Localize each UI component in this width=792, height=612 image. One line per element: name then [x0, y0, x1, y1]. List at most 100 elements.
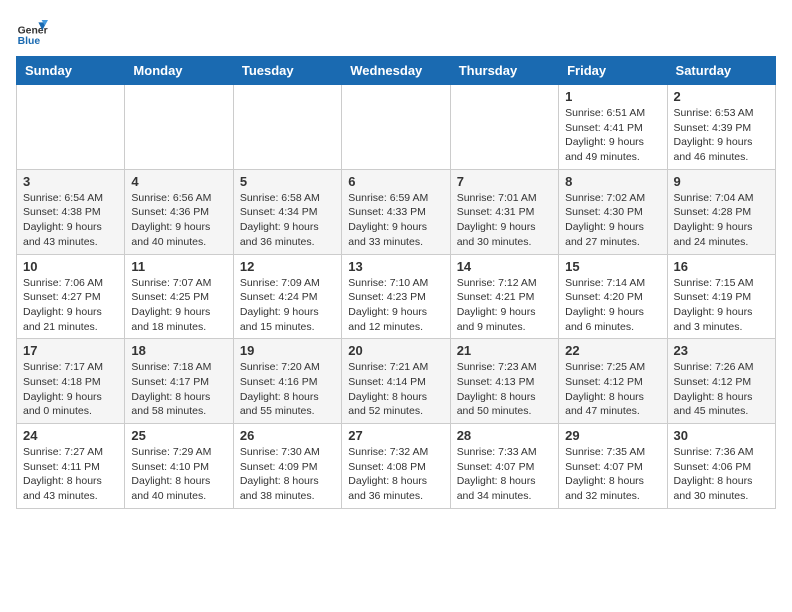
day-info: Sunrise: 7:20 AM Sunset: 4:16 PM Dayligh…: [240, 360, 335, 419]
calendar-cell: 17 Sunrise: 7:17 AM Sunset: 4:18 PM Dayli…: [17, 339, 125, 424]
calendar-cell: 28 Sunrise: 7:33 AM Sunset: 4:07 PM Dayli…: [450, 424, 558, 509]
day-number: 11: [131, 259, 226, 274]
day-number: 7: [457, 174, 552, 189]
day-number: 5: [240, 174, 335, 189]
day-info: Sunrise: 7:17 AM Sunset: 4:18 PM Dayligh…: [23, 360, 118, 419]
day-info: Sunrise: 7:27 AM Sunset: 4:11 PM Dayligh…: [23, 445, 118, 504]
page-header: General Blue: [16, 16, 776, 48]
day-number: 15: [565, 259, 660, 274]
calendar-cell: [342, 85, 450, 170]
day-number: 13: [348, 259, 443, 274]
day-number: 25: [131, 428, 226, 443]
day-info: Sunrise: 6:51 AM Sunset: 4:41 PM Dayligh…: [565, 106, 660, 165]
day-info: Sunrise: 7:21 AM Sunset: 4:14 PM Dayligh…: [348, 360, 443, 419]
day-number: 8: [565, 174, 660, 189]
day-number: 9: [674, 174, 769, 189]
day-info: Sunrise: 6:54 AM Sunset: 4:38 PM Dayligh…: [23, 191, 118, 250]
day-info: Sunrise: 7:01 AM Sunset: 4:31 PM Dayligh…: [457, 191, 552, 250]
calendar-cell: 27 Sunrise: 7:32 AM Sunset: 4:08 PM Dayli…: [342, 424, 450, 509]
day-number: 6: [348, 174, 443, 189]
header-sunday: Sunday: [17, 57, 125, 85]
logo: General Blue: [16, 16, 48, 48]
day-number: 2: [674, 89, 769, 104]
day-number: 14: [457, 259, 552, 274]
calendar-cell: 6Sunrise: 6:59 AM Sunset: 4:33 PM Daylig…: [342, 169, 450, 254]
day-number: 28: [457, 428, 552, 443]
day-info: Sunrise: 6:56 AM Sunset: 4:36 PM Dayligh…: [131, 191, 226, 250]
calendar-cell: 22Sunrise: 7:25 AM Sunset: 4:12 PM Dayli…: [559, 339, 667, 424]
calendar-cell: 11 Sunrise: 7:07 AM Sunset: 4:25 PM Dayli…: [125, 254, 233, 339]
calendar-cell: 20Sunrise: 7:21 AM Sunset: 4:14 PM Dayli…: [342, 339, 450, 424]
day-number: 22: [565, 343, 660, 358]
calendar-cell: 14 Sunrise: 7:12 AM Sunset: 4:21 PM Dayli…: [450, 254, 558, 339]
day-info: Sunrise: 7:35 AM Sunset: 4:07 PM Dayligh…: [565, 445, 660, 504]
day-info: Sunrise: 7:02 AM Sunset: 4:30 PM Dayligh…: [565, 191, 660, 250]
calendar-cell: 9 Sunrise: 7:04 AM Sunset: 4:28 PM Daylig…: [667, 169, 775, 254]
day-number: 3: [23, 174, 118, 189]
week-row-4: 17 Sunrise: 7:17 AM Sunset: 4:18 PM Dayli…: [17, 339, 776, 424]
header-wednesday: Wednesday: [342, 57, 450, 85]
calendar-cell: [125, 85, 233, 170]
day-info: Sunrise: 7:33 AM Sunset: 4:07 PM Dayligh…: [457, 445, 552, 504]
week-row-5: 24 Sunrise: 7:27 AM Sunset: 4:11 PM Dayli…: [17, 424, 776, 509]
day-info: Sunrise: 6:58 AM Sunset: 4:34 PM Dayligh…: [240, 191, 335, 250]
calendar-cell: 19 Sunrise: 7:20 AM Sunset: 4:16 PM Dayli…: [233, 339, 341, 424]
day-info: Sunrise: 7:10 AM Sunset: 4:23 PM Dayligh…: [348, 276, 443, 335]
day-info: Sunrise: 7:18 AM Sunset: 4:17 PM Dayligh…: [131, 360, 226, 419]
calendar-cell: 12 Sunrise: 7:09 AM Sunset: 4:24 PM Dayli…: [233, 254, 341, 339]
day-number: 16: [674, 259, 769, 274]
day-number: 27: [348, 428, 443, 443]
day-info: Sunrise: 7:23 AM Sunset: 4:13 PM Dayligh…: [457, 360, 552, 419]
day-number: 30: [674, 428, 769, 443]
calendar-cell: 4 Sunrise: 6:56 AM Sunset: 4:36 PM Daylig…: [125, 169, 233, 254]
day-info: Sunrise: 7:14 AM Sunset: 4:20 PM Dayligh…: [565, 276, 660, 335]
calendar-cell: 18 Sunrise: 7:18 AM Sunset: 4:17 PM Dayli…: [125, 339, 233, 424]
day-info: Sunrise: 7:32 AM Sunset: 4:08 PM Dayligh…: [348, 445, 443, 504]
day-info: Sunrise: 6:53 AM Sunset: 4:39 PM Dayligh…: [674, 106, 769, 165]
day-info: Sunrise: 7:07 AM Sunset: 4:25 PM Dayligh…: [131, 276, 226, 335]
logo-icon: General Blue: [16, 16, 48, 48]
day-number: 17: [23, 343, 118, 358]
day-info: Sunrise: 7:29 AM Sunset: 4:10 PM Dayligh…: [131, 445, 226, 504]
day-number: 4: [131, 174, 226, 189]
day-number: 26: [240, 428, 335, 443]
day-info: Sunrise: 7:09 AM Sunset: 4:24 PM Dayligh…: [240, 276, 335, 335]
calendar-cell: 7 Sunrise: 7:01 AM Sunset: 4:31 PM Daylig…: [450, 169, 558, 254]
day-info: Sunrise: 7:04 AM Sunset: 4:28 PM Dayligh…: [674, 191, 769, 250]
calendar-cell: 30 Sunrise: 7:36 AM Sunset: 4:06 PM Dayli…: [667, 424, 775, 509]
day-number: 12: [240, 259, 335, 274]
day-number: 19: [240, 343, 335, 358]
header-tuesday: Tuesday: [233, 57, 341, 85]
calendar-cell: 21 Sunrise: 7:23 AM Sunset: 4:13 PM Dayli…: [450, 339, 558, 424]
week-row-3: 10 Sunrise: 7:06 AM Sunset: 4:27 PM Dayli…: [17, 254, 776, 339]
calendar-cell: 2 Sunrise: 6:53 AM Sunset: 4:39 PM Daylig…: [667, 85, 775, 170]
day-number: 18: [131, 343, 226, 358]
calendar-cell: 3 Sunrise: 6:54 AM Sunset: 4:38 PM Daylig…: [17, 169, 125, 254]
day-info: Sunrise: 7:06 AM Sunset: 4:27 PM Dayligh…: [23, 276, 118, 335]
calendar-cell: [233, 85, 341, 170]
day-number: 29: [565, 428, 660, 443]
calendar-cell: 15 Sunrise: 7:14 AM Sunset: 4:20 PM Dayli…: [559, 254, 667, 339]
day-number: 24: [23, 428, 118, 443]
day-info: Sunrise: 7:15 AM Sunset: 4:19 PM Dayligh…: [674, 276, 769, 335]
day-number: 10: [23, 259, 118, 274]
calendar: SundayMondayTuesdayWednesdayThursdayFrid…: [16, 56, 776, 509]
svg-text:Blue: Blue: [18, 36, 41, 47]
day-number: 21: [457, 343, 552, 358]
calendar-cell: 8 Sunrise: 7:02 AM Sunset: 4:30 PM Daylig…: [559, 169, 667, 254]
week-row-1: 1Sunrise: 6:51 AM Sunset: 4:41 PM Daylig…: [17, 85, 776, 170]
calendar-cell: 26Sunrise: 7:30 AM Sunset: 4:09 PM Dayli…: [233, 424, 341, 509]
day-number: 23: [674, 343, 769, 358]
day-info: Sunrise: 7:36 AM Sunset: 4:06 PM Dayligh…: [674, 445, 769, 504]
day-info: Sunrise: 7:12 AM Sunset: 4:21 PM Dayligh…: [457, 276, 552, 335]
weekday-header-row: SundayMondayTuesdayWednesdayThursdayFrid…: [17, 57, 776, 85]
header-friday: Friday: [559, 57, 667, 85]
calendar-cell: 1Sunrise: 6:51 AM Sunset: 4:41 PM Daylig…: [559, 85, 667, 170]
calendar-cell: 16 Sunrise: 7:15 AM Sunset: 4:19 PM Dayli…: [667, 254, 775, 339]
calendar-cell: 29 Sunrise: 7:35 AM Sunset: 4:07 PM Dayli…: [559, 424, 667, 509]
calendar-cell: 10 Sunrise: 7:06 AM Sunset: 4:27 PM Dayli…: [17, 254, 125, 339]
calendar-cell: [450, 85, 558, 170]
calendar-cell: 25 Sunrise: 7:29 AM Sunset: 4:10 PM Dayli…: [125, 424, 233, 509]
calendar-cell: 5 Sunrise: 6:58 AM Sunset: 4:34 PM Daylig…: [233, 169, 341, 254]
header-monday: Monday: [125, 57, 233, 85]
